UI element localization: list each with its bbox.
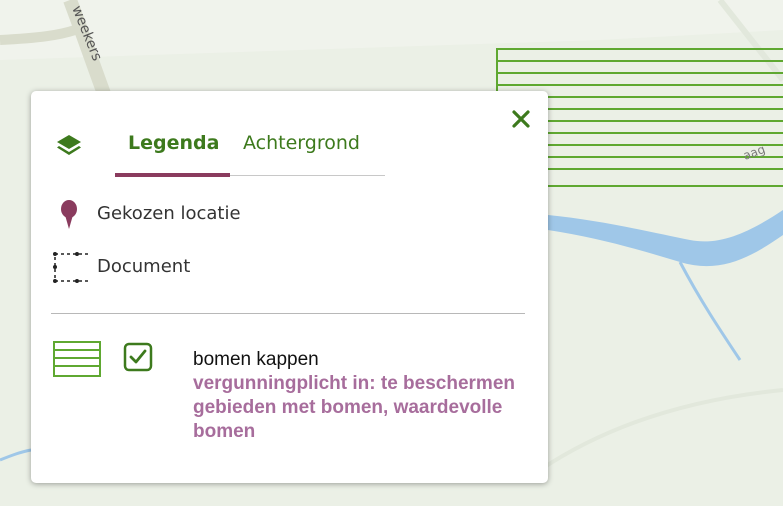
tab-achtergrond[interactable]: Achtergrond	[243, 132, 360, 154]
layers-icon	[57, 135, 81, 155]
feature-title: bomen kappen	[193, 349, 319, 370]
location-pin-icon	[61, 200, 77, 229]
active-tab-indicator	[115, 173, 230, 177]
legend-item-label: Gekozen locatie	[97, 203, 241, 224]
legend-tabs: Legenda Achtergrond	[115, 127, 385, 177]
tab-legenda[interactable]: Legenda	[128, 132, 219, 154]
feature-text: bomen kappen vergunningplicht in: te bes…	[193, 348, 523, 444]
document-outline-icon	[53, 252, 91, 283]
close-icon[interactable]	[509, 107, 533, 131]
legend-item-label: Document	[97, 256, 191, 277]
hatched-area-icon	[53, 341, 101, 377]
divider	[51, 313, 525, 314]
feature-description: vergunningplicht in: te beschermen gebie…	[193, 373, 515, 442]
legend-panel: Legenda Achtergrond Gekozen locatie Docu…	[31, 91, 548, 483]
feature-checkbox[interactable]	[123, 342, 153, 372]
